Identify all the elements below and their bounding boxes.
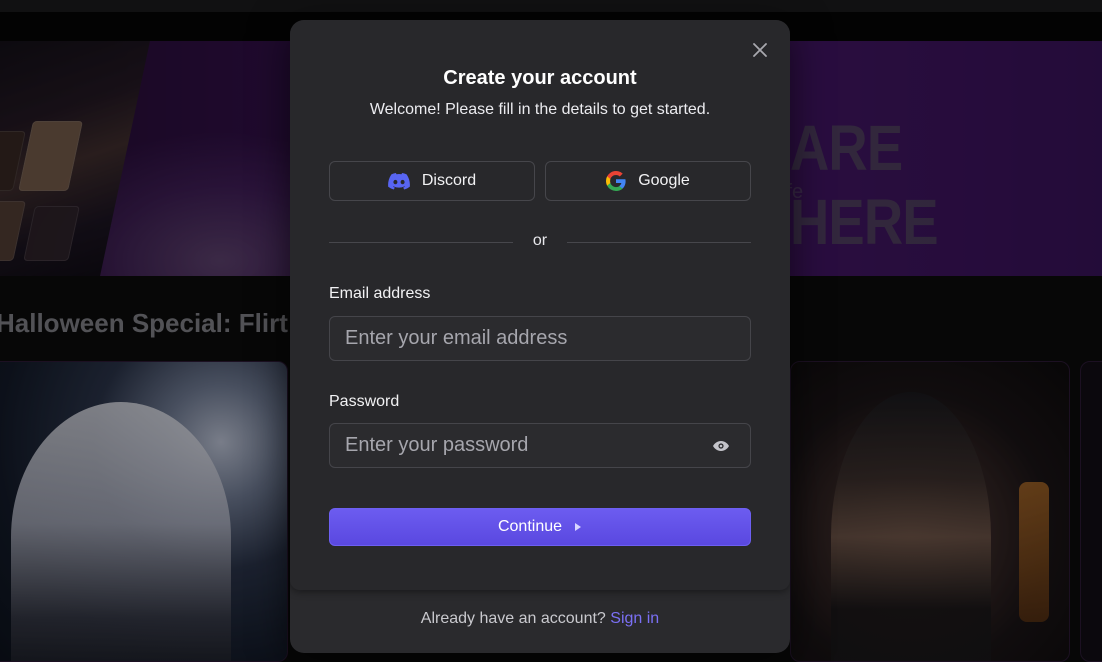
signin-footer: Already have an account? Sign in	[290, 610, 790, 628]
modal-title: Create your account	[443, 67, 637, 89]
divider-text: or	[532, 232, 548, 249]
signin-link[interactable]: Sign in	[610, 610, 659, 627]
email-field-wrapper	[329, 316, 751, 361]
discord-signin-button[interactable]: Discord	[329, 161, 535, 201]
password-label: Password	[329, 393, 400, 410]
continue-button[interactable]: Continue	[329, 508, 751, 546]
divider-line	[329, 242, 513, 243]
discord-label: Discord	[421, 172, 477, 189]
email-field[interactable]	[330, 317, 750, 360]
close-icon	[753, 43, 767, 57]
password-field-wrapper	[329, 423, 751, 468]
google-label: Google	[638, 172, 690, 189]
caret-right-icon	[575, 523, 582, 531]
google-icon	[606, 171, 626, 191]
discord-icon	[387, 172, 410, 190]
modal-subtitle: Welcome! Please fill in the details to g…	[369, 101, 711, 118]
signup-modal: Create your account Welcome! Please fill…	[290, 20, 790, 653]
continue-label: Continue	[497, 518, 563, 535]
eye-icon	[713, 441, 729, 451]
email-label: Email address	[329, 285, 431, 302]
signin-prompt: Already have an account?	[420, 610, 606, 627]
password-field[interactable]	[330, 424, 750, 467]
close-button[interactable]	[750, 40, 770, 60]
google-signin-button[interactable]: Google	[545, 161, 751, 201]
signup-modal-body: Create your account Welcome! Please fill…	[290, 20, 790, 590]
divider-line	[567, 242, 751, 243]
show-password-toggle[interactable]	[712, 438, 730, 454]
